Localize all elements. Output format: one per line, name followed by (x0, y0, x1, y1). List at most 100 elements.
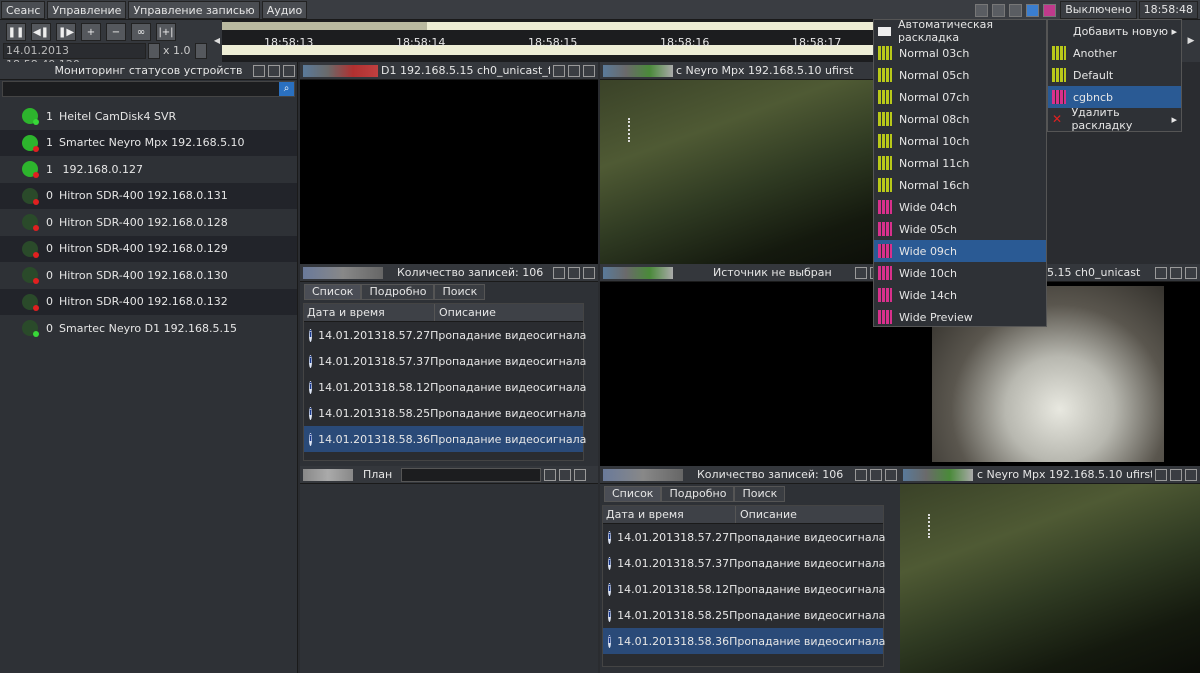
maximize-icon[interactable] (1170, 468, 1182, 481)
tab-search[interactable]: Поиск (734, 486, 786, 502)
settings-icon[interactable] (544, 468, 556, 481)
datetime-field[interactable]: 14.01.2013 18:58:49.120 (3, 43, 146, 71)
maximize-icon[interactable] (568, 266, 580, 279)
settings-icon[interactable] (1155, 266, 1167, 279)
pause-button[interactable]: ❚❚ (6, 23, 26, 41)
timeline-left-arrow[interactable]: ◀ (212, 20, 222, 62)
layout-menu-item[interactable]: Автоматическая раскладка (874, 18, 1046, 44)
zoom-in-button[interactable]: + (81, 23, 101, 41)
layout-menu-item[interactable]: Wide 04ch (874, 196, 1046, 218)
event-row[interactable]: i 14.01.2013 18.58.25 Пропадание видеосигна… (304, 400, 586, 426)
layout-submenu-item[interactable]: Another (1048, 42, 1181, 64)
settings-icon[interactable] (855, 266, 867, 279)
camera-toolbar-icons[interactable] (603, 266, 673, 279)
maximize-icon[interactable] (559, 468, 571, 481)
split-button[interactable]: |+| (156, 23, 176, 41)
settings-icon[interactable] (1155, 468, 1167, 481)
layout-menu-item[interactable]: Normal 03ch (874, 42, 1046, 64)
window-icon[interactable] (1026, 3, 1040, 17)
col-description[interactable]: Описание (435, 304, 496, 321)
device-row[interactable]: 0 Hitron SDR-400 192.168.0.130 (0, 262, 297, 289)
device-row[interactable]: 1 Smartec Neyro Mpx 192.168.5.10 (0, 129, 297, 156)
tab-details[interactable]: Подробно (361, 284, 435, 300)
maximize-icon[interactable] (568, 64, 580, 77)
event-row[interactable]: i 14.01.2013 18.58.12 Пропадание видеосигна… (304, 374, 586, 400)
grid-icon[interactable] (992, 3, 1006, 17)
tab-list[interactable]: Список (604, 486, 662, 502)
video-view[interactable] (900, 484, 1200, 673)
events-toolbar-icons[interactable] (303, 266, 383, 279)
menu-session[interactable]: Сеанс (1, 1, 46, 19)
video-view[interactable] (300, 80, 598, 264)
step-forward-button[interactable]: ❚▶ (56, 23, 76, 41)
device-row[interactable]: 1 192.168.0.127 (0, 156, 297, 183)
col-datetime[interactable]: Дата и время (603, 506, 736, 523)
step-back-button[interactable]: ◀❚ (31, 23, 51, 41)
device-row[interactable]: 0 Hitron SDR-400 192.168.0.131 (0, 182, 297, 209)
plan-nav-icons[interactable] (303, 468, 353, 481)
device-row[interactable]: 0 Hitron SDR-400 192.168.0.132 (0, 288, 297, 315)
settings-icon[interactable] (855, 468, 867, 481)
col-datetime[interactable]: Дата и время (304, 304, 435, 321)
plan-select[interactable] (401, 467, 541, 482)
video-view[interactable] (600, 80, 900, 264)
tab-search[interactable]: Поиск (434, 284, 486, 300)
layout-submenu-item[interactable]: ✕ Удалить раскладку ▸ (1048, 106, 1181, 132)
camera-toolbar-icons[interactable] (903, 468, 973, 481)
camera-toolbar-icons[interactable] (603, 64, 673, 77)
col-description[interactable]: Описание (736, 506, 797, 523)
settings-icon[interactable] (553, 64, 565, 77)
device-row[interactable]: 0 Smartec Neyro D1 192.168.5.15 (0, 315, 297, 342)
layout-menu-item[interactable]: Wide 09ch (874, 240, 1046, 262)
event-row[interactable]: i 14.01.2013 18.58.36 Пропадание видеосигна… (304, 426, 586, 452)
tab-list[interactable]: Список (304, 284, 362, 300)
datetime-spin[interactable] (148, 43, 160, 59)
status-search-input[interactable]: ⌕ (2, 81, 295, 97)
settings-icon[interactable] (553, 266, 565, 279)
layout-menu-item[interactable]: Normal 08ch (874, 108, 1046, 130)
maximize-icon[interactable] (268, 65, 280, 77)
event-row[interactable]: i 14.01.2013 18.58.36 Пропадание видеосигна… (603, 628, 885, 654)
close-icon[interactable] (885, 468, 897, 481)
speed-dropdown[interactable] (195, 43, 207, 59)
device-row[interactable]: 0 Hitron SDR-400 192.168.0.128 (0, 209, 297, 236)
layout-menu-item[interactable]: Wide 10ch (874, 262, 1046, 284)
layout-menu-item[interactable]: Normal 16ch (874, 174, 1046, 196)
layout-menu-item[interactable]: Normal 05ch (874, 64, 1046, 86)
event-row[interactable]: i 14.01.2013 18.58.12 Пропадание видеосигна… (603, 576, 885, 602)
sync-button[interactable]: ∞ (131, 23, 151, 41)
event-row[interactable]: i 14.01.2013 18.57.27 Пропадание видеосигна… (304, 322, 586, 348)
maximize-icon[interactable] (870, 468, 882, 481)
close-icon[interactable] (1185, 468, 1197, 481)
close-icon[interactable] (283, 65, 295, 77)
events-toolbar-icons[interactable] (603, 468, 683, 481)
layout-menu-item[interactable]: Wide 14ch (874, 284, 1046, 306)
play-icon[interactable] (975, 3, 989, 17)
event-row[interactable]: i 14.01.2013 18.58.25 Пропадание видеосигна… (603, 602, 885, 628)
camera-toolbar-icons[interactable] (303, 64, 378, 77)
close-icon[interactable] (583, 64, 595, 77)
layout-menu-item[interactable]: Wide 05ch (874, 218, 1046, 240)
search-icon[interactable]: ⌕ (279, 82, 294, 96)
layout-submenu-item[interactable]: Добавить новую ▸ (1048, 20, 1181, 42)
layout-submenu-item[interactable]: Default (1048, 64, 1181, 86)
add-window-icon[interactable] (1009, 3, 1023, 17)
tab-details[interactable]: Подробно (661, 486, 735, 502)
event-row[interactable]: i 14.01.2013 18.57.37 Пропадание видеосигна… (304, 348, 586, 374)
maximize-icon[interactable] (1170, 266, 1182, 279)
zoom-out-button[interactable]: − (106, 23, 126, 41)
layout-menu-item[interactable]: Wide Preview (874, 306, 1046, 328)
close-icon[interactable] (1185, 266, 1197, 279)
menu-control[interactable]: Управление (47, 1, 127, 19)
menu-recording[interactable]: Управление записью (128, 1, 260, 19)
device-row[interactable]: 1 Heitel CamDisk4 SVR (0, 103, 297, 130)
layout-menu-item[interactable]: Normal 10ch (874, 130, 1046, 152)
event-row[interactable]: i 14.01.2013 18.57.37 Пропадание видеосигна… (603, 550, 885, 576)
timeline-right-arrow[interactable]: ▶ (1182, 20, 1200, 62)
close-icon[interactable] (583, 266, 595, 279)
layout-menu-item[interactable]: Normal 11ch (874, 152, 1046, 174)
layout-icon[interactable] (1043, 3, 1057, 17)
video-view[interactable] (600, 282, 900, 466)
layout-menu-item[interactable]: Normal 07ch (874, 86, 1046, 108)
event-row[interactable]: i 14.01.2013 18.57.27 Пропадание видеосигна… (603, 524, 885, 550)
